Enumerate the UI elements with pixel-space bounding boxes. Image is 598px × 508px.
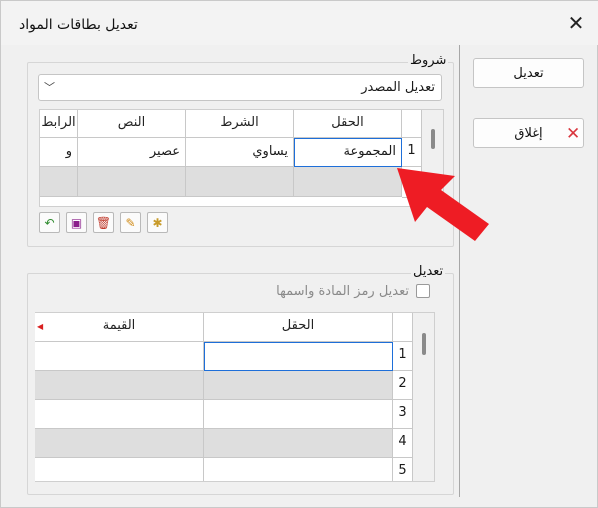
edit-button[interactable]: تعديل	[473, 58, 584, 88]
cell-value[interactable]	[35, 342, 204, 371]
sort-indicator-icon: ◀	[37, 322, 44, 331]
cell-link[interactable]: و	[40, 138, 78, 167]
cell-field[interactable]	[204, 458, 393, 481]
checkbox-label: تعديل رمز المادة واسمها	[276, 284, 409, 299]
edit-group-label: تعديل	[411, 264, 446, 279]
row-number: 1	[393, 342, 413, 371]
red-arrow-annotation	[397, 168, 489, 241]
combobox-value: تعديل المصدر	[361, 80, 435, 95]
column-header-field[interactable]: الحقل	[294, 110, 402, 138]
row-number: 2	[393, 371, 413, 400]
table-row	[40, 197, 422, 206]
close-button-label: إغلاق	[514, 125, 543, 141]
undo-icon[interactable]: ↶	[39, 212, 60, 233]
column-header-text[interactable]: النص	[78, 110, 186, 138]
row-number: 5	[393, 458, 413, 481]
cell-field[interactable]: المجموعة	[294, 138, 402, 167]
cell-field[interactable]	[294, 167, 402, 197]
edit-code-name-checkbox[interactable]	[416, 284, 430, 298]
scrollbar-thumb[interactable]	[422, 333, 426, 355]
row-header-corner	[402, 110, 422, 138]
conditions-grid[interactable]: الرابط النص الشرط الحقل و عصير يساوي الم…	[39, 109, 444, 207]
edit-grid[interactable]: القيمة ◀ الحقل 1 2 3 4 5	[35, 312, 435, 482]
cell-condition[interactable]	[186, 167, 294, 197]
window-title: تعديل بطاقات المواد	[19, 17, 138, 33]
cell-condition[interactable]: يساوي	[186, 138, 294, 167]
close-icon: ✕	[567, 11, 585, 35]
cell-text[interactable]	[78, 167, 186, 197]
conditions-group-label: شروط	[408, 53, 449, 68]
close-button[interactable]: إغلاق ✕	[473, 118, 584, 148]
vertical-separator	[459, 45, 460, 497]
save-icon[interactable]: ▣	[66, 212, 87, 233]
cell-value[interactable]	[35, 458, 204, 481]
scrollbar-thumb[interactable]	[431, 129, 435, 149]
column-header-field[interactable]: الحقل	[204, 313, 393, 342]
cell-link[interactable]	[40, 167, 78, 197]
row-number: 4	[393, 429, 413, 458]
chevron-down-icon: ﹀	[44, 81, 55, 94]
cell-value[interactable]	[35, 429, 204, 458]
delete-icon[interactable]: 🗑	[93, 212, 114, 233]
column-header-link[interactable]: الرابط	[40, 110, 78, 138]
cell-field[interactable]	[204, 371, 393, 400]
source-combobox[interactable]: ﹀ تعديل المصدر	[38, 74, 442, 101]
edit-button-label: تعديل	[513, 65, 544, 81]
cell-field[interactable]	[204, 342, 393, 371]
edit-scrollbar[interactable]	[413, 313, 434, 481]
column-header-condition[interactable]: الشرط	[186, 110, 294, 138]
cell-text[interactable]: عصير	[78, 138, 186, 167]
row-header-corner	[393, 313, 413, 342]
cell-value[interactable]	[35, 400, 204, 429]
cell-field[interactable]	[204, 400, 393, 429]
title-bar: تعديل بطاقات المواد ✕	[1, 1, 598, 45]
cell-field[interactable]	[204, 429, 393, 458]
new-document-icon[interactable]: ✱	[147, 212, 168, 233]
edit-save-icon[interactable]: ✎	[120, 212, 141, 233]
row-number: 3	[393, 400, 413, 429]
window-close-button[interactable]: ✕	[553, 1, 598, 45]
close-x-icon: ✕	[566, 124, 581, 144]
column-header-value[interactable]: القيمة	[35, 313, 204, 342]
dialog-window: تعديل بطاقات المواد ✕ تعديل إغلاق ✕ شروط…	[0, 0, 598, 508]
cell-value[interactable]	[35, 371, 204, 400]
